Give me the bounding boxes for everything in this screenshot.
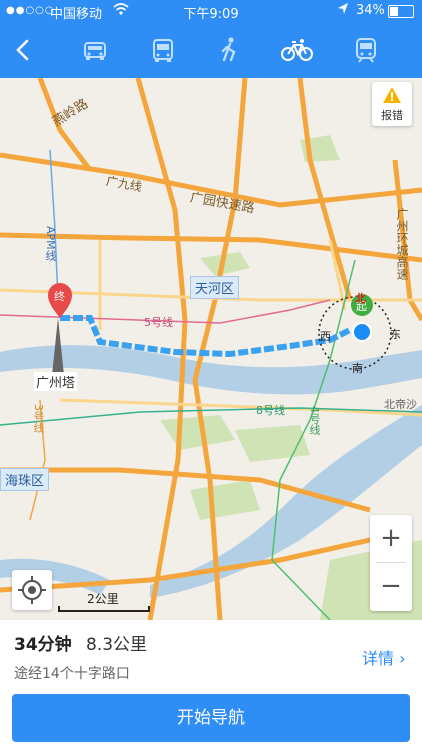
warning-icon bbox=[383, 87, 401, 103]
locate-button[interactable] bbox=[12, 570, 52, 610]
train-mode-button[interactable] bbox=[346, 34, 386, 66]
map-scale: 2公里 bbox=[58, 590, 150, 612]
route-duration: 34分钟 bbox=[14, 635, 72, 655]
zoom-in-button[interactable]: + bbox=[370, 515, 412, 562]
crosshair-icon bbox=[18, 576, 46, 604]
location-arrow-icon bbox=[337, 2, 349, 20]
compass-north: 北 bbox=[355, 292, 366, 305]
scale-label: 2公里 bbox=[87, 592, 119, 606]
compass-west: 西 bbox=[320, 330, 331, 343]
battery-icon bbox=[388, 5, 414, 18]
car-mode-button[interactable] bbox=[75, 34, 115, 66]
map-label: 4号线 bbox=[308, 406, 321, 435]
landmark-label: 广州塔 bbox=[34, 372, 78, 391]
end-marker: 终 bbox=[54, 290, 65, 303]
route-distance: 8.3公里 bbox=[86, 635, 148, 655]
zoom-out-button[interactable]: − bbox=[370, 563, 412, 610]
bus-mode-button[interactable] bbox=[143, 34, 183, 66]
start-navigation-button[interactable]: 开始导航 bbox=[12, 694, 410, 742]
walk-mode-button[interactable] bbox=[210, 34, 250, 66]
train-icon bbox=[356, 38, 376, 63]
battery-percent: 34% bbox=[356, 3, 385, 18]
map-label: 8号线 bbox=[256, 404, 285, 417]
district-label: 海珠区 bbox=[0, 468, 50, 491]
map-label: 5号线 bbox=[144, 316, 173, 329]
bike-icon bbox=[281, 39, 313, 61]
status-bar: ●●○○○ 中国移动 下午9:09 34% bbox=[0, 0, 422, 22]
report-label: 报错 bbox=[381, 109, 403, 122]
walk-icon bbox=[221, 37, 236, 62]
bike-mode-button[interactable] bbox=[277, 34, 317, 66]
route-via: 途经14个十字路口 bbox=[14, 666, 130, 682]
report-error-button[interactable]: 报错 bbox=[372, 82, 412, 126]
map-canvas[interactable] bbox=[0, 78, 422, 620]
map-label: 广州环城高速 bbox=[395, 208, 409, 280]
compass-south: 南 bbox=[352, 362, 363, 375]
bus-icon bbox=[153, 39, 173, 62]
route-detail-link[interactable]: 详情 › bbox=[362, 645, 406, 669]
district-label: 天河区 bbox=[190, 276, 240, 299]
map-view[interactable]: 燕岭路 广九线 广园快速路 APM线 5号线 8号线 3号线 4号线 广州环城高… bbox=[0, 78, 422, 620]
transport-mode-bar bbox=[0, 22, 422, 78]
car-icon bbox=[84, 42, 106, 60]
scale-bar bbox=[58, 606, 150, 612]
map-label: 北帝沙 bbox=[384, 398, 417, 411]
zoom-controls: + − bbox=[370, 515, 412, 611]
compass-east: 东 bbox=[390, 328, 401, 341]
map-label: 3号线 bbox=[32, 404, 45, 433]
back-button[interactable] bbox=[10, 34, 38, 66]
map-label: APM线 bbox=[44, 226, 57, 261]
